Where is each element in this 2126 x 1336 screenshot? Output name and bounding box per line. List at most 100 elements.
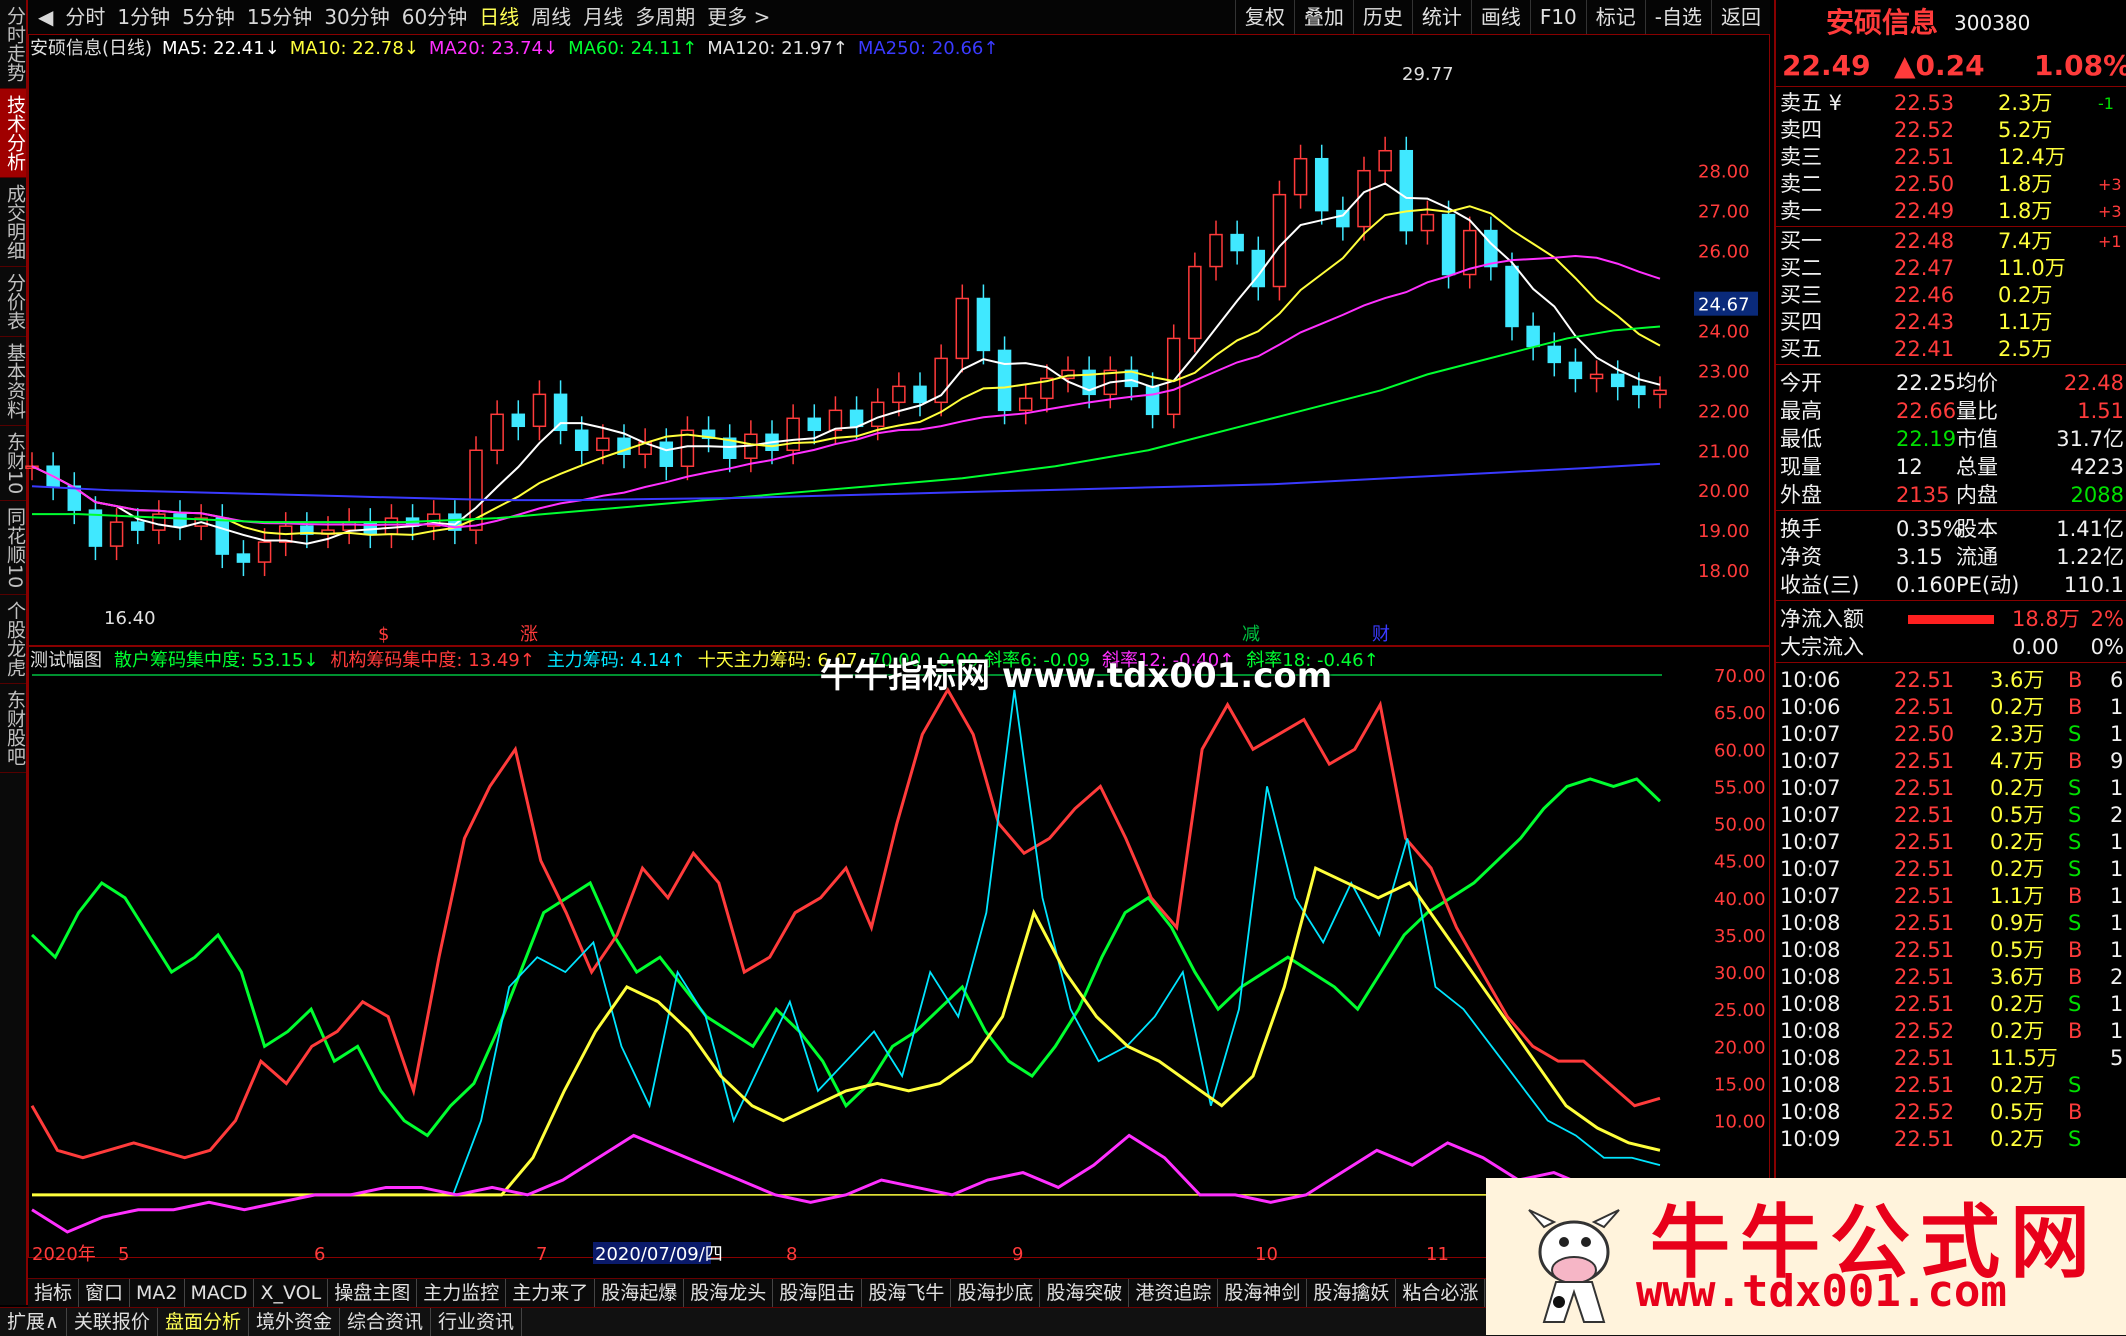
indicator-tab-15[interactable]: 股海神剑	[1218, 1279, 1308, 1307]
candle-body	[596, 437, 610, 452]
stat-value: 2135	[1896, 483, 1950, 507]
candle-body	[215, 517, 230, 555]
tick-time: 10:08	[1780, 1019, 1841, 1043]
bid-row-4[interactable]: 买五 22.41 2.5万	[1776, 336, 2126, 363]
tick-volume: 4.7万	[1990, 749, 2045, 773]
bid-row-1[interactable]: 买二 22.47 11.0万	[1776, 255, 2126, 282]
tick-side: S	[2068, 1073, 2082, 1097]
candle-body	[342, 521, 356, 531]
bottom-bar-item-5[interactable]: 行业资讯	[431, 1308, 522, 1336]
indicator-tab-6[interactable]: 主力监控	[417, 1279, 507, 1307]
tick-volume: 0.2万	[1990, 776, 2045, 800]
ask-row-0[interactable]: 卖五 ¥ 22.53 2.3万 -1	[1776, 90, 2126, 117]
candle-body	[173, 513, 187, 527]
bid-row-3[interactable]: 买四 22.43 1.1万	[1776, 309, 2126, 336]
tick-row: 10:07 22.51 1.1万 B 1	[1776, 883, 2126, 910]
indicator-axis-label: 55.00	[1714, 777, 1766, 798]
candle-body	[109, 521, 124, 547]
ask-row-1[interactable]: 卖四 22.52 5.2万	[1776, 117, 2126, 144]
candle-body	[1230, 233, 1244, 252]
indicator-tab-1[interactable]: 窗口	[79, 1279, 131, 1307]
bottom-bar-item-0[interactable]: 扩展∧	[0, 1308, 67, 1336]
indicator-tab-9[interactable]: 股海龙头	[684, 1279, 774, 1307]
indicator-tab-11[interactable]: 股海飞牛	[862, 1279, 952, 1307]
stat-label: 换手	[1780, 517, 1822, 541]
candle-body	[1547, 345, 1562, 364]
tick-count: 9	[2110, 749, 2124, 773]
bottom-bar-item-3[interactable]: 境外资金	[249, 1308, 340, 1336]
tick-time: 10:08	[1780, 965, 1841, 989]
event-mark[interactable]: 涨	[520, 624, 538, 645]
indicator-tab-10[interactable]: 股海阻击	[773, 1279, 863, 1307]
event-mark[interactable]: 财	[1372, 624, 1390, 645]
stat-value: 2088	[2070, 483, 2124, 507]
event-mark[interactable]: $	[378, 624, 389, 645]
tick-time: 10:08	[1780, 992, 1841, 1016]
tick-price: 22.51	[1894, 668, 1955, 692]
candle-body	[1018, 397, 1033, 412]
tick-price: 22.52	[1894, 1100, 1955, 1124]
indicator-tab-17[interactable]: 粘合必涨	[1396, 1279, 1486, 1307]
candle-body	[892, 385, 906, 404]
ask-row-3[interactable]: 卖二 22.50 1.8万 +3	[1776, 171, 2126, 198]
stat-label: 市值	[1956, 427, 1998, 451]
indicator-axis-label: 50.00	[1714, 815, 1766, 836]
x-axis-label: 11	[1426, 1244, 1449, 1265]
indicator-tab-3[interactable]: MACD	[185, 1279, 255, 1307]
ask-row-4[interactable]: 卖一 22.49 1.8万 +3	[1776, 198, 2126, 225]
indicator-tab-2[interactable]: MA2	[130, 1279, 185, 1307]
indicator-tab-5[interactable]: 操盘主图	[328, 1279, 418, 1307]
candle-body	[532, 393, 547, 428]
tick-volume: 0.5万	[1990, 803, 2045, 827]
x-axis-label: 2020年	[32, 1244, 96, 1265]
tick-row: 10:06 22.51 0.2万 B 1	[1776, 694, 2126, 721]
tick-side: B	[2068, 1019, 2083, 1043]
bid-row-0[interactable]: 买一 22.48 7.4万 +1	[1776, 228, 2126, 255]
book-price: 22.50	[1894, 172, 1955, 196]
bottom-bar-item-1[interactable]: 关联报价	[67, 1308, 158, 1336]
x-axis-label: 7	[536, 1244, 547, 1265]
candle-body	[384, 517, 399, 535]
candle-body	[511, 413, 526, 428]
tick-price: 22.51	[1894, 803, 1955, 827]
indicator-tab-12[interactable]: 股海抄底	[951, 1279, 1041, 1307]
candle-body	[1484, 229, 1498, 268]
tick-side: B	[2068, 965, 2083, 989]
indicator-tab-13[interactable]: 股海突破	[1040, 1279, 1130, 1307]
bottom-bar-item-2[interactable]: 盘面分析	[158, 1308, 249, 1336]
ma5-line	[31, 182, 1661, 545]
tick-count: 1	[2110, 830, 2124, 854]
stat-value: 22.66	[1896, 399, 1957, 423]
indicator-tab-0[interactable]: 指标	[28, 1279, 80, 1307]
tick-count: 1	[2110, 857, 2124, 881]
price-axis-label: 26.00	[1698, 242, 1750, 263]
tick-time: 10:06	[1780, 695, 1841, 719]
ask-row-2[interactable]: 卖三 22.51 12.4万	[1776, 144, 2126, 171]
tick-side: B	[2068, 749, 2083, 773]
event-mark[interactable]: 减	[1242, 624, 1260, 645]
candle-body	[1378, 149, 1392, 172]
bid-row-2[interactable]: 买三 22.46 0.2万	[1776, 282, 2126, 309]
indicator-tab-16[interactable]: 股海擒妖	[1307, 1279, 1397, 1307]
bottom-bar-item-4[interactable]: 综合资讯	[340, 1308, 431, 1336]
indicator-tab-7[interactable]: 主力来了	[506, 1279, 596, 1307]
indicator-tab-14[interactable]: 港资追踪	[1129, 1279, 1219, 1307]
candle-body	[828, 409, 843, 432]
indicator-tab-4[interactable]: X_VOL	[254, 1279, 329, 1307]
indicator-tab-8[interactable]: 股海起爆	[595, 1279, 685, 1307]
indicator-axis-label: 45.00	[1714, 852, 1766, 873]
tick-time: 10:08	[1780, 938, 1841, 962]
tick-side: S	[2068, 776, 2082, 800]
indicator-axis-label: 10.00	[1714, 1112, 1766, 1133]
tick-count: 1	[2110, 884, 2124, 908]
tick-volume: 3.6万	[1990, 965, 2045, 989]
tick-price: 22.51	[1894, 1073, 1955, 1097]
tick-volume: 3.6万	[1990, 668, 2045, 692]
tick-time: 10:07	[1780, 776, 1841, 800]
book-volume: 5.2万	[1998, 118, 2053, 142]
book-label: 买五	[1780, 337, 1822, 361]
candle-body	[1505, 265, 1519, 328]
tick-time: 10:08	[1780, 1046, 1841, 1070]
candle-body	[1209, 233, 1223, 268]
watermark-center: 牛牛指标网 www.tdx001.com	[820, 656, 1333, 696]
